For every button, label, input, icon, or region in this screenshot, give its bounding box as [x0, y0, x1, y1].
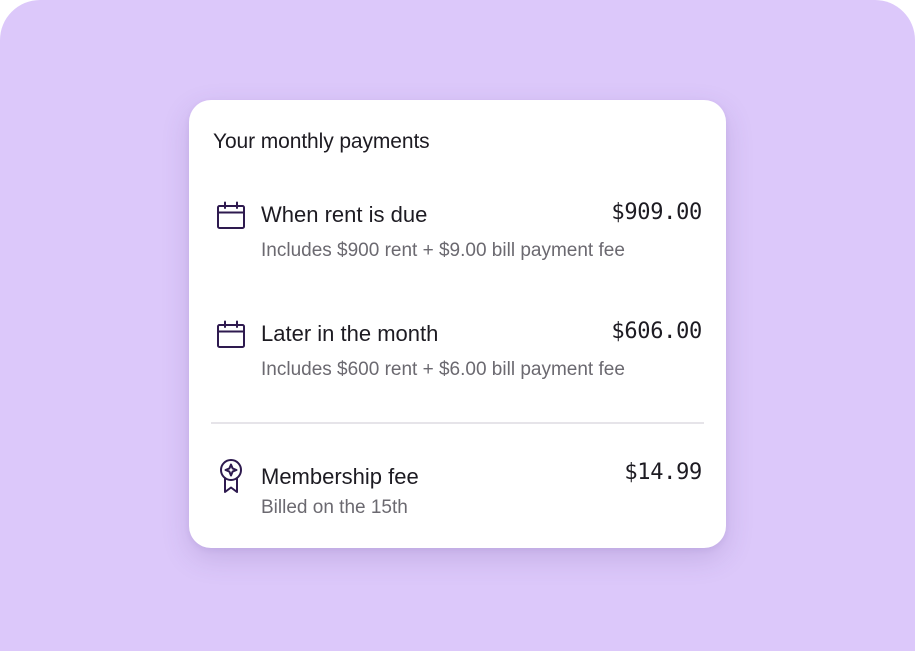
- monthly-payments-card: Your monthly payments When rent is due $…: [189, 100, 726, 548]
- payment-row-later-month: Later in the month $606.00 Includes $600…: [213, 319, 702, 389]
- calendar-icon: [215, 319, 247, 351]
- payment-label: When rent is due: [261, 202, 428, 227]
- payment-detail: Includes $900 rent + $9.00 bill payment …: [261, 240, 625, 261]
- membership-label: Membership fee: [261, 464, 419, 489]
- membership-amount: $14.99: [624, 460, 702, 485]
- payment-detail: Includes $600 rent + $6.00 bill payment …: [261, 359, 625, 380]
- membership-row: Membership fee $14.99 Billed on the 15th: [213, 458, 702, 528]
- payment-amount: $909.00: [611, 200, 702, 225]
- membership-detail: Billed on the 15th: [261, 497, 408, 518]
- payment-amount: $606.00: [611, 319, 702, 344]
- divider: [211, 422, 704, 424]
- card-title: Your monthly payments: [213, 130, 430, 153]
- payment-row-rent-due: When rent is due $909.00 Includes $900 r…: [213, 200, 702, 270]
- calendar-icon: [215, 200, 247, 232]
- page-background: Your monthly payments When rent is due $…: [0, 0, 915, 651]
- payment-label: Later in the month: [261, 321, 439, 346]
- award-ribbon-icon: [215, 458, 247, 493]
